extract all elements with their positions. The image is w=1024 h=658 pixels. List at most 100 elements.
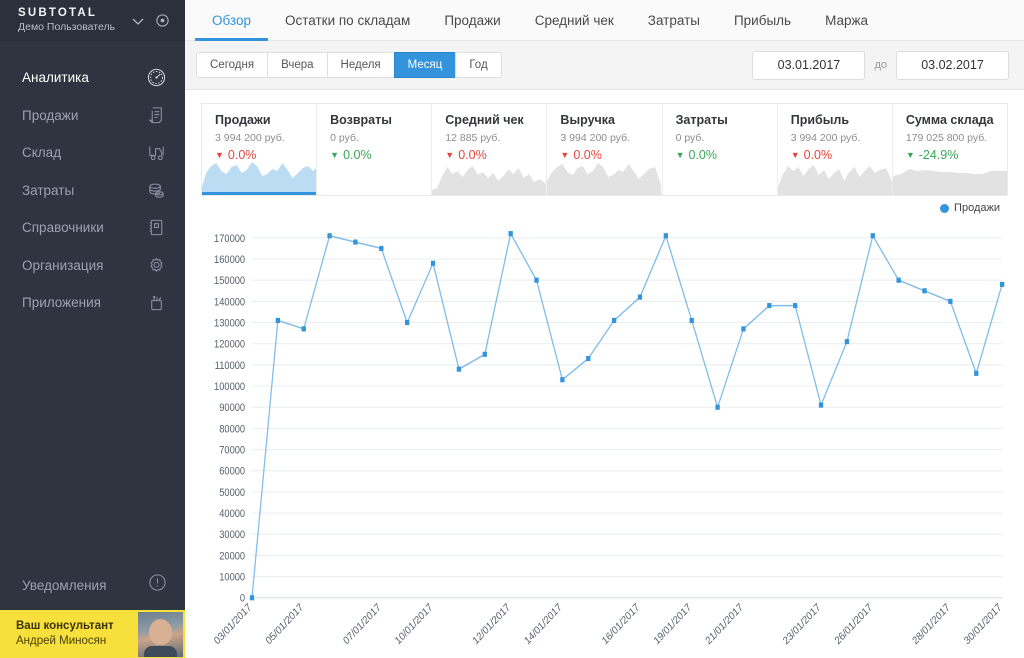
sidebar-item-apps[interactable]: Приложения — [0, 284, 185, 322]
kpi-value: 0 руб. — [330, 132, 359, 144]
sidebar-item-analytics[interactable]: Аналитика — [0, 59, 185, 97]
kpi-row: Продажи 3 994 200 руб. ▼ 0.0% Возвраты 0 … — [201, 103, 1008, 196]
brand-title: SUBTOTAL — [18, 7, 98, 19]
receipt-icon — [141, 105, 167, 126]
svg-text:30/01/2017: 30/01/2017 — [963, 602, 1005, 648]
chevron-down-icon[interactable] — [127, 13, 149, 29]
sidebar-item-directories[interactable]: Справочники — [0, 209, 185, 247]
legend-label: Продажи — [954, 202, 1000, 214]
arrow-down-icon: ▼ — [445, 150, 455, 160]
sidebar-item-notifications[interactable]: Уведомления — [0, 563, 185, 607]
svg-text:40000: 40000 — [219, 508, 245, 520]
target-icon[interactable] — [149, 13, 175, 28]
kpi-delta-value: 0.0% — [573, 148, 602, 162]
svg-text:80000: 80000 — [219, 424, 245, 436]
avatar — [138, 611, 183, 657]
chart-section: Продажи 0 10000 20000 30000 40000 50000 60000 7… — [185, 196, 1024, 658]
sidebar-item-label: Организация — [22, 257, 104, 273]
kpi-value: 12 885 руб. — [445, 132, 501, 144]
notebook-icon — [141, 217, 167, 238]
consultant-banner[interactable]: Ваш консультант Андрей Миносян — [0, 610, 185, 658]
coins-icon — [141, 180, 167, 201]
toolcup-icon — [141, 292, 167, 313]
kpi-card-costs[interactable]: Затраты 0 руб. ▼ 0.0% — [663, 104, 778, 195]
svg-text:70000: 70000 — [219, 445, 245, 457]
brand-block: SUBTOTAL Демо Пользователь — [18, 7, 127, 34]
kpi-active-underline — [202, 192, 317, 195]
date-from-input[interactable]: 03.01.2017 — [752, 50, 866, 80]
svg-text:10000: 10000 — [219, 572, 245, 584]
kpi-card-profit[interactable]: Прибыль 3 994 200 руб. ▼ 0.0% — [777, 104, 893, 195]
kpi-card-warehouse-total[interactable]: Сумма склада 179 025 800 руб. ▼ -24.9% — [892, 104, 1007, 195]
kpi-delta-value: 0.0% — [227, 148, 257, 162]
period-selector: Сегодня Вчера Неделя Месяц Год — [196, 52, 502, 78]
sidebar-item-label: Справочники — [22, 220, 104, 236]
kpi-delta-value: -24.9% — [918, 148, 959, 162]
kpi-section: Продажи 3 994 200 руб. ▼ 0.0% Возвраты 0 … — [185, 90, 1024, 196]
tab-label: Затраты — [647, 12, 700, 28]
kpi-delta: ▼ 0.0% — [778, 145, 892, 163]
svg-text:05/01/2017: 05/01/2017 — [264, 602, 306, 648]
kpi-delta-value: 0.0% — [688, 148, 717, 162]
svg-text:160000: 160000 — [214, 254, 245, 266]
tab-label: Остатки по складам — [285, 12, 411, 28]
period-month[interactable]: Месяц — [393, 52, 456, 78]
consultant-title: Ваш консультант — [16, 620, 114, 632]
date-range: 03.01.2017 до 03.02.2017 — [752, 50, 1009, 80]
tab-average-check[interactable]: Средний чек — [518, 0, 631, 40]
sidebar-item-label: Приложения — [22, 295, 101, 311]
tab-label: Обзор — [212, 12, 251, 28]
kpi-card-average-check[interactable]: Средний чек 12 885 руб. ▼ 0.0% — [432, 104, 548, 195]
kpi-title: Затраты — [675, 113, 728, 127]
tab-label: Продажи — [444, 12, 501, 28]
svg-text:90000: 90000 — [219, 403, 245, 415]
tab-margin[interactable]: Маржа — [808, 0, 885, 40]
period-yesterday[interactable]: Вчера — [267, 52, 327, 78]
kpi-value: 179 025 800 руб. — [905, 132, 988, 144]
kpi-title: Продажи — [215, 113, 271, 127]
period-label: Год — [469, 59, 488, 71]
tab-overview[interactable]: Обзор — [195, 0, 268, 41]
svg-text:07/01/2017: 07/01/2017 — [342, 602, 384, 648]
sidebar-item-warehouse[interactable]: Склад — [0, 134, 185, 172]
svg-text:19/01/2017: 19/01/2017 — [652, 602, 694, 648]
svg-text:14/01/2017: 14/01/2017 — [523, 602, 565, 648]
kpi-delta: ▼ 0.0% — [317, 145, 431, 163]
legend-color-dot — [940, 203, 950, 213]
date-to-input[interactable]: 03.02.2017 — [896, 50, 1009, 80]
tab-costs[interactable]: Затраты — [631, 0, 717, 40]
period-today[interactable]: Сегодня — [196, 52, 268, 78]
period-week[interactable]: Неделя — [326, 52, 394, 78]
kpi-value: 0 руб. — [675, 132, 705, 144]
kpi-title: Выручка — [560, 113, 616, 127]
kpi-value: 3 994 200 руб. — [790, 132, 861, 144]
filter-toolbar: Сегодня Вчера Неделя Месяц Год 03.01.201… — [185, 41, 1024, 90]
tab-label: Средний чек — [534, 12, 614, 28]
svg-text:110000: 110000 — [215, 360, 246, 372]
sidebar-item-sales[interactable]: Продажи — [0, 97, 185, 135]
sidebar-header[interactable]: SUBTOTAL Демо Пользователь — [0, 0, 185, 41]
tab-sales[interactable]: Продажи — [427, 0, 517, 40]
period-year[interactable]: Год — [455, 52, 502, 78]
sidebar-item-organization[interactable]: Организация — [0, 247, 185, 285]
speedometer-icon — [141, 67, 167, 88]
sidebar-item-costs[interactable]: Затраты — [0, 172, 185, 210]
svg-text:140000: 140000 — [214, 297, 245, 309]
sidebar: SUBTOTAL Демо Пользователь Аналитика Про… — [0, 0, 185, 658]
tab-profit[interactable]: Прибыль — [717, 0, 808, 40]
svg-text:100000: 100000 — [214, 381, 245, 393]
kpi-card-sales[interactable]: Продажи 3 994 200 руб. ▼ 0.0% — [202, 104, 318, 195]
forklift-icon — [141, 142, 167, 163]
kpi-card-returns[interactable]: Возвраты 0 руб. ▼ 0.0% — [317, 104, 433, 195]
line-chart: 0 10000 20000 30000 40000 50000 60000 70000 8000… — [201, 218, 1008, 658]
arrow-down-icon: ▼ — [675, 150, 685, 160]
svg-text:20000: 20000 — [219, 551, 245, 563]
svg-text:60000: 60000 — [219, 466, 245, 478]
kpi-delta: ▼ 0.0% — [432, 145, 546, 163]
arrow-down-icon: ▼ — [330, 150, 340, 160]
main-content: Обзор Остатки по складам Продажи Средний… — [185, 0, 1024, 658]
chart-legend[interactable]: Продажи — [940, 202, 1000, 214]
tab-stock-by-warehouse[interactable]: Остатки по складам — [268, 0, 427, 40]
kpi-card-revenue[interactable]: Выручка 3 994 200 руб. ▼ 0.0% — [547, 104, 663, 195]
svg-text:21/01/2017: 21/01/2017 — [704, 602, 746, 648]
